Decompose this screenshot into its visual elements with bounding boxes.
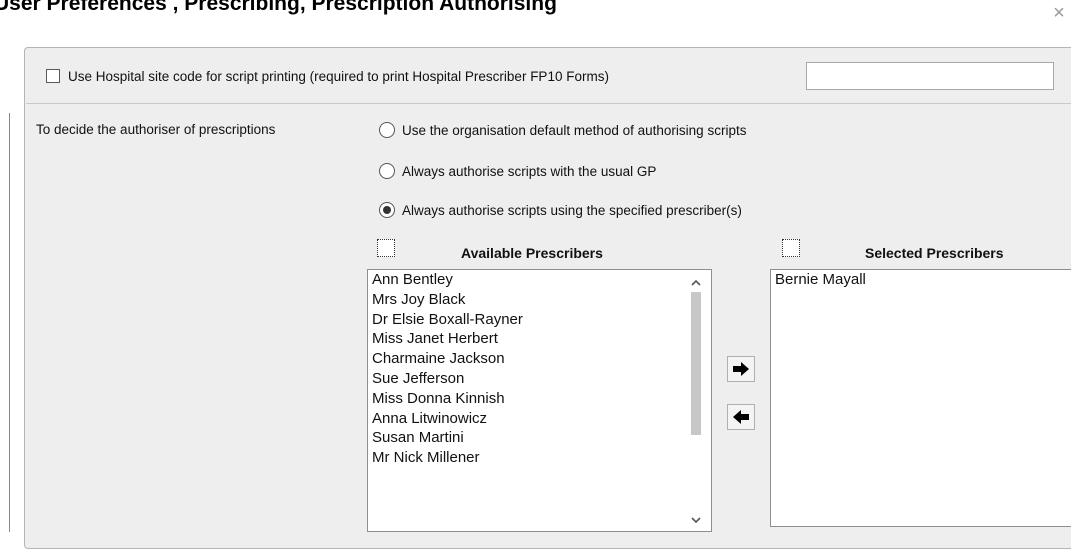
radio-label: Always authorise scripts with the usual … [402,163,657,179]
radio-button-selected[interactable] [379,202,395,218]
arrow-right-icon [733,362,749,376]
prescriber-list-item[interactable]: Ann Bentley [368,270,711,290]
scroll-thumb[interactable] [691,292,701,435]
prescriber-list-item[interactable]: Sue Jefferson [368,369,711,389]
prescriber-list-item[interactable]: Anna Litwinowicz [368,409,711,429]
hospital-site-code-input[interactable] [806,62,1054,90]
radio-specified-prescribers[interactable]: Always authorise scripts using the speci… [379,200,742,220]
arrow-left-icon [733,410,749,424]
select-all-selected-checkbox[interactable] [782,239,800,257]
selected-prescribers-header: Selected Prescribers [865,245,1004,261]
prescriber-list-item[interactable]: Bernie Mayall [771,270,1071,290]
selected-prescribers-list[interactable]: Bernie Mayall [770,269,1071,527]
prescriber-list-item[interactable]: Susan Martini [368,428,711,448]
close-icon[interactable]: × [1050,3,1068,23]
hospital-site-row: Use Hospital site code for script printi… [46,62,609,90]
prescriber-list-item[interactable]: Dr Elsie Boxall-Rayner [368,310,711,330]
add-prescriber-button[interactable] [727,356,755,382]
available-items: Ann Bentley Mrs Joy Black Dr Elsie Boxall-… [368,270,711,468]
radio-usual-gp[interactable]: Always authorise scripts with the usual … [379,161,656,181]
prescriber-list-item[interactable]: Mr Nick Millener [368,448,711,468]
remove-prescriber-button[interactable] [727,404,755,430]
available-prescribers-header: Available Prescribers [461,245,603,261]
dialog-title: User Preferences , Prescribing, Prescrip… [0,0,557,15]
radio-label: Always authorise scripts using the speci… [402,202,742,218]
left-divider [9,113,10,532]
radio-button[interactable] [379,163,395,179]
hospital-site-checkbox[interactable] [46,69,60,83]
radio-button[interactable] [379,122,395,138]
prescriber-list-item[interactable]: Mrs Joy Black [368,290,711,310]
prescriber-list-item[interactable]: Miss Janet Herbert [368,329,711,349]
hospital-site-label: Use Hospital site code for script printi… [68,68,609,84]
selected-items: Bernie Mayall [771,270,1071,290]
prescriber-list-item[interactable]: Charmaine Jackson [368,349,711,369]
authoriser-label: To decide the authoriser of prescription… [36,122,276,137]
select-all-available-checkbox[interactable] [377,239,395,257]
section-divider [26,103,1071,104]
radio-label: Use the organisation default method of a… [402,122,747,138]
chevron-up-icon[interactable] [689,276,703,290]
radio-organisation-default[interactable]: Use the organisation default method of a… [379,120,746,140]
available-scrollbar[interactable] [683,270,711,531]
prescriber-list-item[interactable]: Miss Donna Kinnish [368,389,711,409]
chevron-down-icon[interactable] [689,513,703,527]
available-prescribers-list[interactable]: Ann Bentley Mrs Joy Black Dr Elsie Boxall-… [367,269,712,532]
